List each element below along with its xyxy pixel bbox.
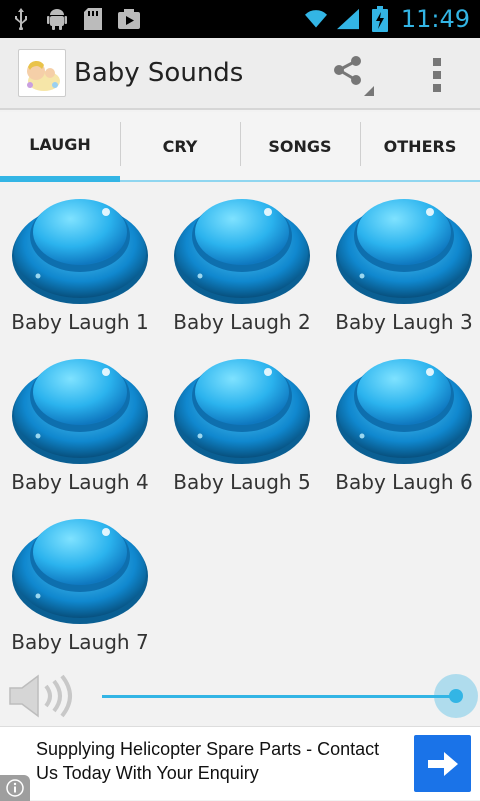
ad-banner[interactable]: Supplying Helicopter Spare Parts - Conta… bbox=[0, 726, 480, 801]
info-icon bbox=[6, 779, 24, 797]
wifi-icon bbox=[304, 8, 327, 30]
sound-label: Baby Laugh 5 bbox=[173, 470, 311, 494]
round-play-button-icon bbox=[12, 519, 148, 624]
volume-control bbox=[0, 668, 480, 726]
battery-charging-icon bbox=[369, 6, 391, 32]
sound-button-baby-laugh-4[interactable]: Baby Laugh 4 bbox=[5, 350, 155, 510]
android-icon bbox=[46, 8, 68, 30]
sound-button-baby-laugh-6[interactable]: Baby Laugh 6 bbox=[329, 350, 479, 510]
tab-others[interactable]: OTHERS bbox=[360, 112, 480, 182]
volume-slider-thumb[interactable] bbox=[434, 674, 478, 718]
round-play-button-icon bbox=[174, 199, 310, 304]
volume-slider-thumb-dot bbox=[449, 689, 463, 703]
sound-button-baby-laugh-2[interactable]: Baby Laugh 2 bbox=[167, 190, 317, 350]
tab-songs[interactable]: SONGS bbox=[240, 112, 360, 182]
clock: 11:49 bbox=[400, 5, 470, 33]
sound-label: Baby Laugh 1 bbox=[11, 310, 149, 334]
tab-laugh[interactable]: LAUGH bbox=[0, 112, 120, 182]
ad-open-button[interactable] bbox=[414, 735, 471, 792]
play-store-icon bbox=[118, 8, 140, 30]
speaker-icon bbox=[9, 674, 72, 718]
round-play-button-icon bbox=[12, 359, 148, 464]
usb-icon bbox=[10, 8, 32, 30]
sound-label: Baby Laugh 3 bbox=[335, 310, 473, 334]
sound-label: Baby Laugh 7 bbox=[11, 630, 149, 654]
round-play-button-icon bbox=[336, 199, 472, 304]
arrow-right-icon bbox=[427, 751, 458, 776]
sd-card-icon bbox=[82, 8, 104, 30]
app-title: Baby Sounds bbox=[74, 58, 244, 88]
share-button[interactable] bbox=[325, 50, 381, 100]
tab-bar: LAUGH CRY SONGS OTHERS bbox=[0, 112, 480, 182]
share-icon bbox=[334, 56, 374, 96]
sound-label: Baby Laugh 4 bbox=[11, 470, 149, 494]
tab-cry[interactable]: CRY bbox=[120, 112, 240, 182]
volume-slider-track[interactable] bbox=[102, 695, 456, 698]
ad-text: Supplying Helicopter Spare Parts - Conta… bbox=[36, 739, 380, 783]
round-play-button-icon bbox=[12, 199, 148, 304]
overflow-menu-icon bbox=[433, 58, 441, 92]
action-bar: Baby Sounds bbox=[0, 38, 480, 110]
sound-button-baby-laugh-5[interactable]: Baby Laugh 5 bbox=[167, 350, 317, 510]
round-play-button-icon bbox=[336, 359, 472, 464]
sound-label: Baby Laugh 6 bbox=[335, 470, 473, 494]
sound-button-baby-laugh-7[interactable]: Baby Laugh 7 bbox=[5, 510, 155, 670]
overflow-menu-button[interactable] bbox=[415, 50, 459, 100]
status-bar: 11:49 bbox=[0, 0, 480, 38]
signal-icon bbox=[336, 8, 359, 30]
sound-button-baby-laugh-3[interactable]: Baby Laugh 3 bbox=[329, 190, 479, 350]
sound-label: Baby Laugh 2 bbox=[173, 310, 311, 334]
app-logo[interactable] bbox=[18, 49, 66, 97]
baby-icon bbox=[27, 60, 60, 91]
round-play-button-icon bbox=[174, 359, 310, 464]
sound-button-baby-laugh-1[interactable]: Baby Laugh 1 bbox=[5, 190, 155, 350]
ad-info-button[interactable] bbox=[0, 775, 30, 801]
